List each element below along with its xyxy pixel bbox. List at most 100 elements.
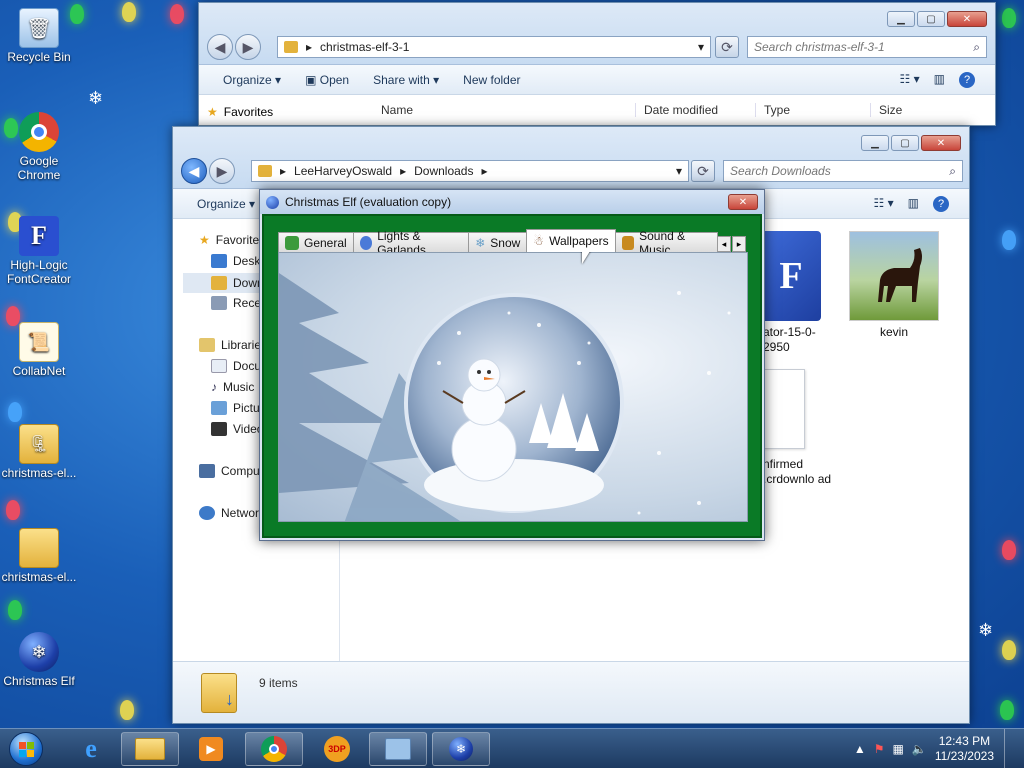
- nav-computer[interactable]: Compu: [199, 464, 260, 478]
- desktop-icon-collabnet[interactable]: 📜 CollabNet: [0, 322, 78, 378]
- nav-network[interactable]: Networ: [199, 506, 259, 520]
- taskbar-internet-explorer[interactable]: e: [62, 732, 120, 766]
- nav-documents[interactable]: Docu: [211, 359, 261, 373]
- organize-menu[interactable]: Organize ▾: [197, 197, 255, 211]
- address-bar[interactable]: ▸ LeeHarveyOswald ▸ Downloads ▸ ▾: [251, 160, 689, 182]
- horse-image-thumbnail[interactable]: [849, 231, 939, 321]
- search-placeholder: Search Downloads: [730, 164, 831, 178]
- computer-icon: [199, 464, 215, 478]
- preview-pane-icon[interactable]: ▥: [908, 196, 919, 212]
- network-icon[interactable]: ▦: [893, 742, 904, 756]
- breadcrumb-downloads[interactable]: Downloads: [414, 164, 473, 178]
- star-icon: ★: [207, 105, 218, 119]
- maximize-button[interactable]: ▢: [917, 11, 945, 27]
- minimize-button[interactable]: ▁: [887, 11, 915, 27]
- search-input[interactable]: Search christmas-elf-3-1 ⌕: [747, 36, 987, 58]
- minimize-button[interactable]: ▁: [861, 135, 889, 151]
- light-bulb-icon: [1002, 540, 1016, 560]
- chevron-down-icon[interactable]: ▾: [676, 164, 682, 178]
- chevron-down-icon[interactable]: ▾: [698, 40, 704, 54]
- recycle-bin-icon: 🗑: [19, 8, 59, 48]
- forward-button[interactable]: ▶: [209, 158, 235, 184]
- help-icon[interactable]: ?: [959, 71, 975, 88]
- breadcrumb[interactable]: christmas-elf-3-1: [320, 40, 409, 54]
- taskbar-3dp-chip[interactable]: 3DP: [308, 732, 366, 766]
- search-icon: ⌕: [949, 163, 956, 178]
- details-pane: ↓ 9 items: [173, 661, 969, 723]
- address-bar[interactable]: ▸ christmas-elf-3-1 ▾: [277, 36, 711, 58]
- desktop-icon-chrome[interactable]: Google Chrome: [0, 112, 78, 182]
- column-date-modified[interactable]: Date modified: [635, 103, 755, 117]
- nav-videos[interactable]: Video: [211, 422, 263, 436]
- wallpaper-preview[interactable]: [278, 252, 748, 522]
- new-folder-button[interactable]: New folder: [463, 73, 520, 87]
- fontcreator-file-icon[interactable]: F: [761, 231, 821, 321]
- view-options-icon[interactable]: ☷ ▾: [874, 196, 894, 212]
- maximize-button[interactable]: ▢: [891, 135, 919, 151]
- file-label[interactable]: kevin: [849, 325, 939, 339]
- nav-favorites[interactable]: ★ Favorite: [199, 233, 259, 247]
- desktop-icon-label: Recycle Bin: [7, 50, 71, 64]
- preview-pane-icon[interactable]: ▥: [934, 72, 945, 88]
- refresh-button[interactable]: ⟳: [715, 36, 739, 58]
- tab-scroll-buttons: ◂ ▸: [717, 236, 746, 252]
- refresh-button[interactable]: ⟳: [691, 160, 715, 182]
- volume-icon[interactable]: 🔈: [912, 742, 927, 756]
- taskbar-christmas-elf[interactable]: ❄: [432, 732, 490, 766]
- caption-buttons: ▁ ▢ ✕: [887, 11, 987, 27]
- desktop-icon-label: CollabNet: [12, 364, 66, 378]
- tab-lights-garlands[interactable]: Lights & Garlands: [352, 229, 470, 257]
- view-options-icon[interactable]: ☷ ▾: [900, 72, 920, 88]
- network-icon: [199, 506, 215, 520]
- organize-menu[interactable]: Organize ▾: [223, 73, 281, 87]
- close-button[interactable]: ✕: [728, 194, 758, 210]
- tab-wallpapers[interactable]: ☃ Wallpapers: [526, 229, 616, 252]
- christmas-elf-dialog[interactable]: Christmas Elf (evaluation copy) ✕ Genera…: [259, 189, 765, 541]
- desktop-icon-recycle-bin[interactable]: 🗑 Recycle Bin: [0, 8, 78, 64]
- desktop-icon-christmas-elf[interactable]: ❄ Christmas Elf: [0, 632, 78, 688]
- file-label[interactable]: nfirmed .crdownlo ad: [763, 457, 833, 487]
- help-icon[interactable]: ?: [933, 195, 949, 212]
- back-button[interactable]: ◀: [207, 34, 233, 60]
- column-name[interactable]: Name: [365, 103, 635, 117]
- explorer-window-christmas-elf[interactable]: ▁ ▢ ✕ ◀ ▶ ▸ christmas-elf-3-1 ▾ ⟳ Search…: [198, 2, 996, 126]
- chevron-left-icon[interactable]: ◂: [717, 236, 731, 252]
- back-button[interactable]: ◀: [181, 158, 207, 184]
- tab-sound-music[interactable]: Sound & Music: [614, 229, 718, 257]
- close-button[interactable]: ✕: [947, 11, 987, 27]
- search-input[interactable]: Search Downloads ⌕: [723, 160, 963, 182]
- show-hidden-icons-button[interactable]: ▲: [854, 742, 866, 756]
- show-desktop-button[interactable]: [1004, 729, 1016, 768]
- file-label[interactable]: ator-15-0-2950: [763, 325, 827, 355]
- desktop-icon-fontcreator[interactable]: F High-Logic FontCreator: [0, 216, 78, 286]
- column-type[interactable]: Type: [755, 103, 870, 117]
- share-with-menu[interactable]: Share with ▾: [373, 73, 439, 87]
- nav-music[interactable]: ♪ Music: [211, 380, 254, 394]
- taskbar-media-player[interactable]: ▶: [182, 732, 240, 766]
- nav-desktop[interactable]: Deskt: [211, 254, 264, 268]
- favorites-header[interactable]: ★ Favorites: [207, 105, 273, 119]
- column-size[interactable]: Size: [870, 103, 950, 117]
- taskbar-control-panel[interactable]: [369, 732, 427, 766]
- nav-pictures[interactable]: Pictu: [211, 401, 260, 415]
- clock[interactable]: 12:43 PM 11/23/2023: [935, 734, 994, 764]
- close-button[interactable]: ✕: [921, 135, 961, 151]
- breadcrumb-user[interactable]: LeeHarveyOswald: [294, 164, 392, 178]
- nav-libraries[interactable]: Librarie: [199, 338, 261, 352]
- desktop-icon-christmas-zip[interactable]: 🗜 christmas-el...: [0, 424, 78, 480]
- generic-file-icon[interactable]: [763, 369, 805, 449]
- fontcreator-icon: F: [19, 216, 59, 256]
- tab-snow[interactable]: ❄ Snow: [468, 232, 528, 252]
- action-center-icon[interactable]: ⚑: [874, 742, 885, 756]
- taskbar-windows-explorer[interactable]: [121, 732, 179, 766]
- column-headers: Name Date modified Type Size: [365, 95, 995, 125]
- forward-button[interactable]: ▶: [235, 34, 261, 60]
- chevron-right-icon[interactable]: ▸: [732, 236, 746, 252]
- open-button[interactable]: ▣ Open: [305, 73, 349, 87]
- tab-general[interactable]: General: [278, 232, 354, 252]
- desktop-icon-christmas-folder[interactable]: christmas-el...: [0, 528, 78, 584]
- taskbar-chrome[interactable]: [245, 732, 303, 766]
- start-button[interactable]: [4, 729, 48, 768]
- dialog-title-bar[interactable]: Christmas Elf (evaluation copy) ✕: [260, 190, 764, 214]
- light-bulb-icon: [1002, 8, 1016, 28]
